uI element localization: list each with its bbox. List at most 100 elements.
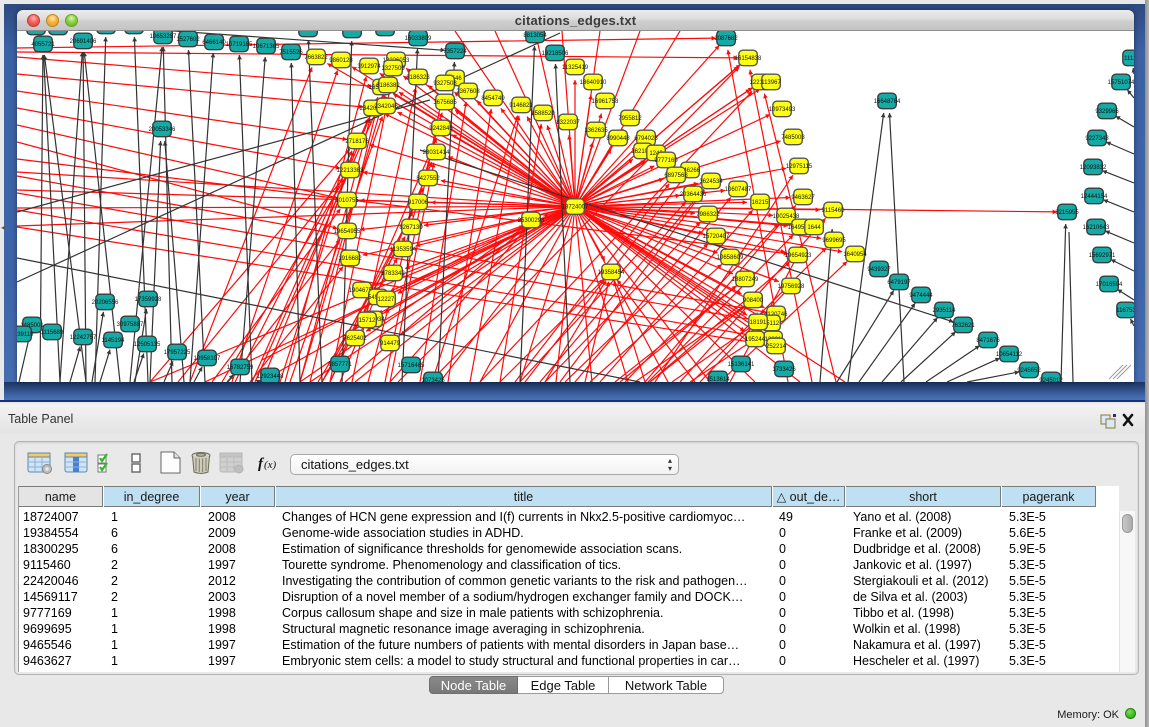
svg-text:10654112: 10654112 (996, 352, 1023, 358)
svg-text:12213363: 12213363 (337, 168, 364, 174)
svg-text:1010755: 1010755 (335, 198, 359, 204)
svg-text:914479: 914479 (380, 341, 401, 347)
svg-text:18191: 18191 (750, 320, 767, 326)
svg-text:7986322: 7986322 (696, 212, 720, 218)
svg-text:9329966: 9329966 (1095, 109, 1119, 115)
svg-text:28031414: 28031414 (423, 150, 450, 156)
svg-text:1588520: 1588520 (531, 111, 555, 117)
svg-text:19358454: 19358454 (598, 270, 625, 276)
svg-text:12227: 12227 (378, 297, 395, 303)
svg-text:12505135: 12505135 (134, 342, 161, 348)
svg-text:15712: 15712 (359, 318, 376, 324)
svg-text:8215955: 8215955 (1055, 210, 1079, 216)
svg-text:6479197: 6479197 (887, 280, 911, 286)
svg-text:16033809: 16033809 (405, 36, 432, 42)
svg-text:9463627: 9463627 (791, 195, 815, 201)
svg-text:9857771: 9857771 (328, 362, 352, 368)
svg-text:15751074: 15751074 (1108, 80, 1134, 86)
svg-text:20053346: 20053346 (149, 127, 176, 133)
svg-text:7515526: 7515526 (279, 50, 303, 56)
svg-text:18807249: 18807249 (732, 277, 759, 283)
svg-text:3912974: 3912974 (357, 64, 381, 70)
svg-text:19218506: 19218506 (542, 51, 569, 57)
svg-text:18640910: 18640910 (580, 80, 607, 86)
svg-text:19654955: 19654955 (334, 229, 361, 235)
svg-text:8186382: 8186382 (376, 83, 400, 89)
svg-text:9474444: 9474444 (909, 293, 933, 299)
svg-text:15136141: 15136141 (728, 362, 755, 368)
svg-text:8783342: 8783342 (381, 271, 405, 277)
svg-text:7632621: 7632621 (951, 323, 975, 329)
svg-text:1916682: 1916682 (338, 256, 362, 262)
svg-text:25300293: 25300293 (518, 218, 545, 224)
svg-text:20691406: 20691406 (70, 39, 97, 45)
svg-text:116753: 116753 (1116, 308, 1134, 314)
svg-text:1073426: 1073426 (421, 378, 445, 382)
svg-text:8322037: 8322037 (556, 120, 580, 126)
svg-text:1327509: 1327509 (381, 66, 405, 72)
svg-text:1733426: 1733426 (772, 367, 796, 373)
svg-text:9227343: 9227343 (1085, 136, 1109, 142)
svg-text:6466140: 6466140 (202, 40, 226, 46)
svg-text:12093832: 12093832 (1080, 165, 1107, 171)
svg-text:16961758: 16961758 (592, 99, 619, 105)
svg-text:8186323: 8186323 (406, 75, 430, 81)
svg-text:17016504: 17016504 (1096, 282, 1123, 288)
svg-text:12242757: 12242757 (70, 335, 97, 341)
svg-text:10973493: 10973493 (769, 107, 796, 113)
svg-text:(x): (x) (264, 459, 277, 471)
svg-text:9699695: 9699695 (822, 238, 846, 244)
svg-text:15692971: 15692971 (1089, 253, 1116, 259)
svg-text:20364436: 20364436 (680, 192, 707, 198)
svg-text:2935114: 2935114 (933, 308, 957, 314)
svg-text:12975115: 12975115 (786, 164, 813, 170)
svg-text:8267130: 8267130 (399, 225, 423, 231)
svg-text:6897568: 6897568 (664, 173, 688, 179)
svg-text:8427552: 8427552 (416, 176, 440, 182)
svg-text:6794028: 6794028 (634, 136, 658, 142)
svg-text:4055721: 4055721 (31, 42, 55, 48)
svg-text:3624534: 3624534 (699, 179, 723, 185)
svg-text:10607487: 10607487 (725, 187, 752, 193)
svg-text:1115689: 1115689 (41, 330, 64, 336)
svg-text:1145194: 1145194 (102, 338, 126, 344)
svg-text:11353594: 11353594 (390, 247, 417, 253)
svg-text:7955812: 7955812 (618, 116, 642, 122)
svg-text:10671365: 10671365 (253, 44, 280, 50)
svg-text:8813054: 8813054 (523, 33, 547, 39)
svg-text:11325419: 11325419 (562, 65, 589, 71)
svg-text:17957225: 17957225 (164, 350, 191, 356)
svg-text:9439327: 9439327 (867, 267, 891, 273)
svg-text:113967: 113967 (761, 80, 781, 86)
svg-text:11123: 11123 (1124, 56, 1134, 62)
svg-text:917006: 917006 (408, 200, 429, 206)
svg-text:1939119: 1939119 (17, 332, 34, 338)
svg-text:1640954: 1640954 (843, 252, 867, 258)
svg-text:8471676: 8471676 (976, 338, 1000, 344)
svg-text:9242845: 9242845 (429, 126, 453, 132)
svg-text:252214: 252214 (766, 344, 787, 350)
svg-text:9327508: 9327508 (433, 81, 457, 87)
svg-text:9146821: 9146821 (509, 103, 533, 109)
svg-text:20206556: 20206556 (92, 300, 119, 306)
svg-text:9115460: 9115460 (822, 208, 846, 214)
svg-text:19756928: 19756928 (778, 284, 805, 290)
svg-text:1527602: 1527602 (176, 37, 200, 43)
svg-text:18724007: 18724007 (562, 205, 589, 211)
svg-text:8454749: 8454749 (481, 96, 505, 102)
svg-text:16215: 16215 (752, 200, 769, 206)
svg-text:16648784: 16648784 (874, 99, 901, 105)
svg-text:15716485: 15716485 (398, 363, 425, 369)
svg-text:2342046: 2342046 (374, 104, 398, 110)
svg-text:10658609: 10658609 (717, 255, 744, 261)
svg-text:10653287: 10653287 (150, 34, 177, 40)
svg-text:7663822: 7663822 (304, 55, 328, 61)
svg-text:16154838: 16154838 (735, 56, 762, 62)
svg-text:1362635: 1362635 (584, 128, 608, 134)
svg-text:2367608: 2367608 (456, 89, 480, 95)
svg-text:9777169: 9777169 (654, 158, 678, 164)
svg-text:15720407: 15720407 (703, 234, 730, 240)
svg-text:16210643: 16210643 (1083, 225, 1110, 231)
svg-text:9860128: 9860128 (329, 58, 353, 64)
svg-text:2718176: 2718176 (345, 139, 369, 145)
